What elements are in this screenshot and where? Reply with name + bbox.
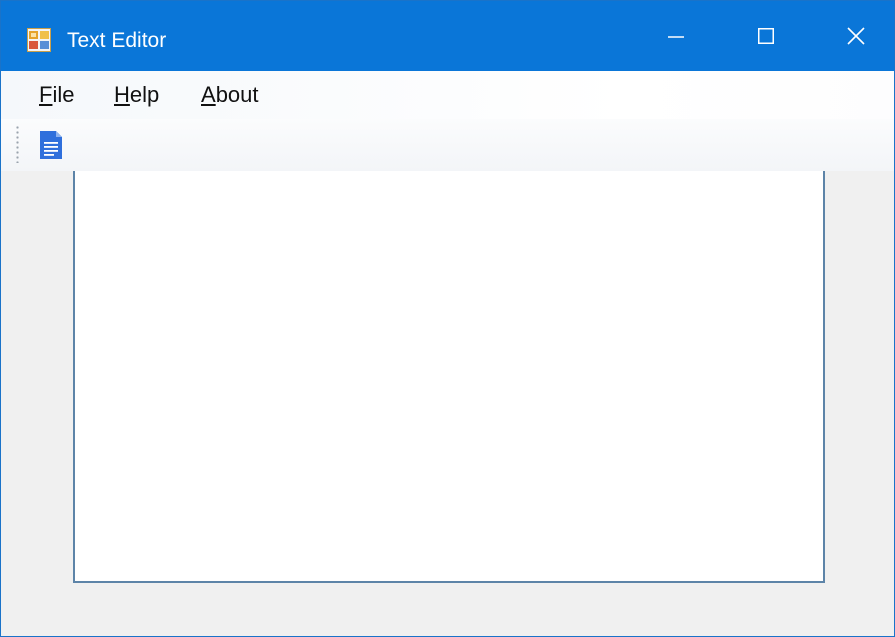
editor-textarea[interactable] — [75, 171, 823, 581]
menu-about-label: bout — [215, 82, 259, 107]
menu-help[interactable]: Help — [114, 81, 159, 109]
menu-about[interactable]: About — [201, 81, 259, 109]
menu-file-label: ile — [52, 82, 75, 107]
toolbar-grip[interactable] — [16, 125, 19, 163]
app-form-icon — [27, 28, 51, 52]
maximize-button[interactable] — [721, 1, 811, 71]
editor-panel — [73, 171, 825, 583]
minimize-icon — [668, 36, 684, 38]
document-icon[interactable] — [37, 130, 65, 160]
close-icon — [847, 27, 865, 45]
text-editor-window: Text Editor File Help About — [0, 0, 895, 637]
menu-file-mnemonic: F — [39, 82, 53, 107]
title-bar[interactable]: Text Editor — [1, 1, 894, 71]
minimize-button[interactable] — [631, 1, 721, 71]
menu-bar: File Help About — [1, 71, 894, 119]
toolbar — [1, 119, 894, 171]
close-button[interactable] — [811, 1, 894, 71]
menu-help-label: elp — [129, 82, 160, 107]
menu-file[interactable]: File — [39, 81, 74, 109]
maximize-icon — [758, 28, 774, 44]
window-title: Text Editor — [67, 29, 167, 52]
menu-help-mnemonic: H — [114, 82, 130, 107]
menu-about-mnemonic: A — [201, 82, 216, 107]
client-area — [1, 171, 894, 636]
